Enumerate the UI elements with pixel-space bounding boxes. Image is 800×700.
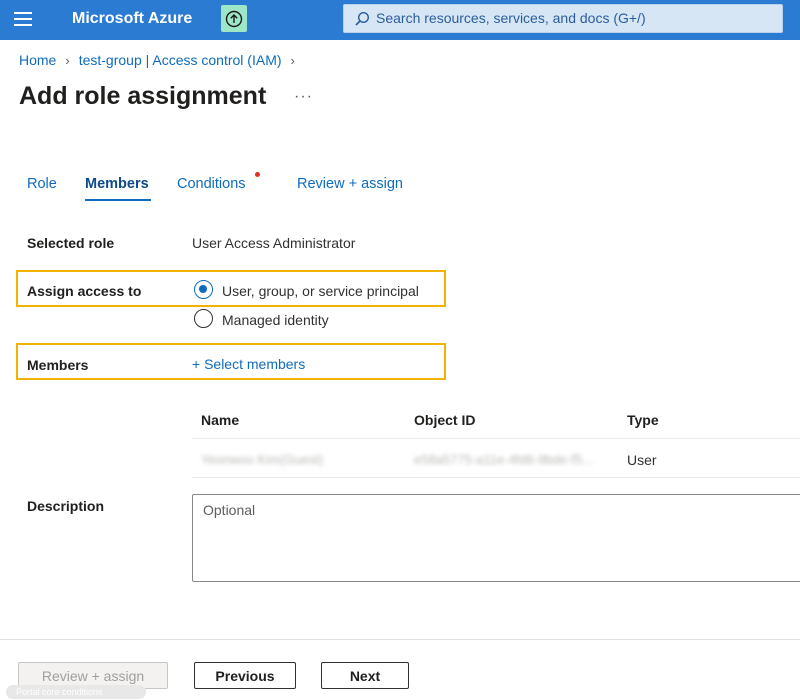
top-bar: Microsoft Azure Search resources, servic… (0, 0, 800, 40)
selected-role-label: Selected role (27, 235, 115, 251)
next-button[interactable]: Next (321, 662, 409, 689)
radio-user-group[interactable] (194, 280, 213, 299)
member-object-id: e58a5775-a11e-4fd6-9bde-f5... (414, 452, 594, 467)
search-input[interactable]: Search resources, services, and docs (G+… (343, 4, 783, 33)
radio-managed-identity[interactable] (194, 309, 213, 328)
radio-managed-identity-label[interactable]: Managed identity (222, 312, 329, 328)
more-options-icon[interactable]: ··· (294, 88, 313, 106)
breadcrumb-home[interactable]: Home (19, 52, 56, 68)
required-dot-icon (255, 172, 260, 177)
tab-members[interactable]: Members (85, 176, 149, 192)
search-placeholder: Search resources, services, and docs (G+… (376, 10, 646, 26)
tab-conditions[interactable]: Conditions (177, 176, 246, 192)
member-name: Yeonwoo Kim(Guest) (201, 452, 324, 467)
brand-title[interactable]: Microsoft Azure (72, 10, 192, 28)
selected-role-value: User Access Administrator (192, 235, 356, 251)
members-label: Members (27, 357, 89, 373)
table-row-divider (192, 477, 800, 478)
table-header-divider (192, 438, 800, 439)
page-title: Add role assignment (19, 82, 267, 110)
member-type: User (627, 452, 657, 468)
previous-button[interactable]: Previous (194, 662, 296, 689)
breadcrumb-group[interactable]: test-group | Access control (IAM) (79, 52, 282, 68)
select-members-link[interactable]: + Select members (192, 356, 305, 372)
menu-icon[interactable] (14, 12, 32, 26)
table-header-object-id: Object ID (414, 412, 476, 428)
description-label: Description (27, 498, 105, 514)
description-placeholder: Optional (203, 502, 256, 518)
ghost-tooltip: Portal core conditions (6, 685, 146, 699)
table-header-name: Name (201, 412, 240, 428)
chevron-right-icon: › (65, 52, 70, 68)
tab-active-indicator (85, 199, 151, 201)
chevron-right-icon: › (290, 52, 295, 68)
radio-user-group-label[interactable]: User, group, or service principal (222, 283, 419, 299)
footer-divider (0, 639, 800, 640)
upload-icon[interactable] (221, 5, 247, 32)
tab-review-assign[interactable]: Review + assign (297, 176, 403, 192)
breadcrumb: Home › test-group | Access control (IAM)… (19, 52, 304, 68)
search-icon (355, 11, 370, 26)
description-textarea[interactable]: Optional (192, 494, 800, 582)
assign-access-label: Assign access to (27, 283, 142, 299)
table-header-type: Type (627, 412, 659, 428)
tab-role[interactable]: Role (27, 176, 57, 192)
